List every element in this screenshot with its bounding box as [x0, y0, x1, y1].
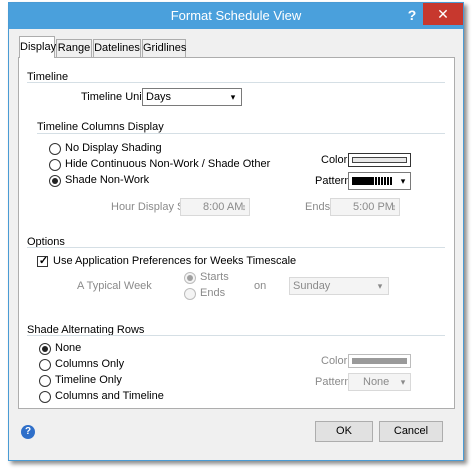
timeline-units-value: Days — [146, 91, 172, 103]
close-button[interactable]: ✕ — [423, 3, 463, 25]
tab-panel-display: Timeline Timeline Units: Days ▾ Timeline… — [18, 57, 455, 409]
tab-display[interactable]: Display — [19, 36, 56, 58]
columns-display-label: Timeline Columns Display — [37, 121, 164, 133]
shade-pattern-select[interactable]: None ▾ — [348, 373, 411, 391]
radio-ends[interactable] — [184, 288, 196, 300]
title-bar: Format Schedule View ? ✕ — [9, 3, 463, 29]
dialog-window: Format Schedule View ? ✕ Display Range D… — [8, 2, 464, 461]
radio-shade-non-work[interactable] — [49, 175, 61, 187]
radio-timeline-only[interactable] — [39, 375, 51, 387]
radio-label: No Display Shading — [65, 142, 162, 154]
starts-label: Starts — [200, 271, 229, 283]
shade-color-label: Color: — [321, 355, 351, 367]
pattern-select[interactable]: ▾ — [348, 172, 411, 190]
columns-display-divider — [37, 133, 445, 134]
week-day-value: Sunday — [293, 280, 331, 292]
tab-gridlines[interactable]: Gridlines — [142, 39, 186, 57]
radio-columns-and-timeline[interactable] — [39, 391, 51, 403]
color-swatch — [352, 157, 407, 163]
shade-color-picker[interactable] — [348, 354, 411, 368]
week-day-select[interactable]: Sunday ▾ — [289, 277, 389, 295]
on-label: on — [254, 280, 267, 292]
radio-none[interactable] — [39, 343, 51, 355]
timeline-divider — [27, 82, 445, 83]
use-app-prefs-checkbox[interactable]: ✓ — [37, 256, 48, 267]
shade-color-swatch — [352, 358, 407, 364]
chevron-down-icon: ▾ — [400, 377, 406, 387]
help-icon[interactable]: ? — [21, 425, 35, 439]
ends-value: 5:00 PM — [353, 201, 394, 213]
radio-label: Columns Only — [55, 358, 125, 370]
radio-no-display-shading[interactable] — [49, 143, 61, 155]
chevron-down-icon: ▾ — [377, 281, 383, 291]
window-title: Format Schedule View — [170, 8, 302, 23]
spinner-icon: ↕ — [241, 202, 247, 212]
shade-rows-divider — [27, 335, 445, 336]
help-icon[interactable]: ? — [402, 5, 422, 25]
pattern-swatch-solid — [352, 177, 372, 185]
cancel-button[interactable]: Cancel — [379, 421, 443, 442]
color-label: Color: — [321, 154, 351, 166]
chevron-down-icon: ▾ — [230, 92, 236, 102]
spinner-icon: ↕ — [391, 202, 397, 212]
tab-datelines[interactable]: Datelines — [93, 39, 141, 57]
options-divider — [27, 247, 445, 248]
typical-week-label: A Typical Week — [77, 280, 152, 292]
radio-label: Timeline Only — [55, 374, 122, 386]
check-icon: ✓ — [38, 255, 49, 267]
ends-input[interactable]: 5:00 PM ↕ — [330, 198, 400, 216]
radio-selected-dot — [187, 275, 193, 281]
ends-week-label: Ends — [200, 287, 226, 299]
timeline-units-select[interactable]: Days ▾ — [142, 88, 242, 106]
radio-label: Columns and Timeline — [55, 390, 164, 402]
radio-columns-only[interactable] — [39, 359, 51, 371]
hour-display-starts-input[interactable]: 8:00 AM ↕ — [180, 198, 250, 216]
radio-selected-dot — [52, 178, 58, 184]
ends-label: Ends: — [305, 201, 334, 213]
radio-label: Hide Continuous Non-Work / Shade Other — [65, 158, 271, 170]
radio-label: Shade Non-Work — [65, 174, 150, 186]
radio-selected-dot — [42, 346, 48, 352]
ok-button[interactable]: OK — [315, 421, 373, 442]
pattern-swatch-striped — [372, 177, 392, 185]
color-picker[interactable] — [348, 153, 411, 167]
radio-label: None — [55, 342, 82, 354]
shade-pattern-value: None — [363, 376, 390, 388]
use-app-prefs-label: Use Application Preferences for Weeks Ti… — [53, 255, 297, 267]
tab-range[interactable]: Range — [56, 39, 92, 57]
radio-hide-continuous[interactable] — [49, 159, 61, 171]
chevron-down-icon: ▾ — [400, 176, 406, 186]
radio-starts[interactable] — [184, 272, 196, 284]
hour-display-starts-value: 8:00 AM — [203, 201, 244, 213]
